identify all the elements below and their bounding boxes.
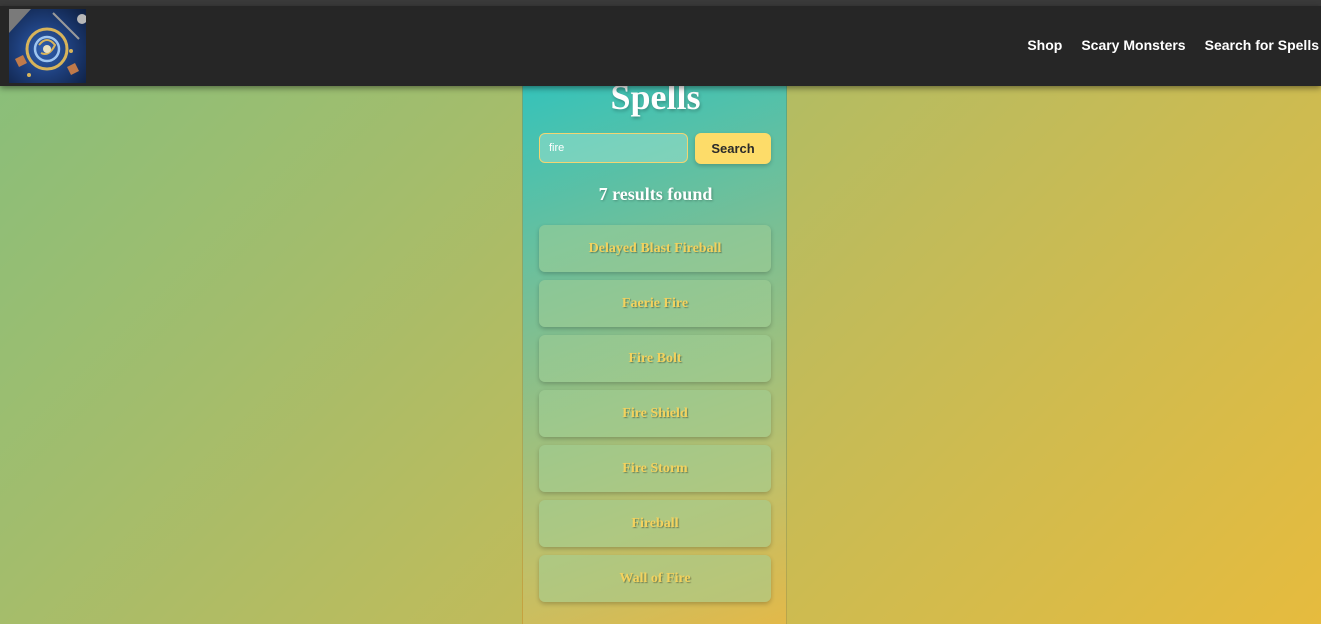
result-item[interactable]: Fire Storm	[539, 445, 771, 492]
result-label: Fire Shield	[622, 405, 688, 421]
dragon-dice-logo-icon[interactable]	[9, 9, 86, 83]
spells-panel: Spells Search 7 results found Delayed Bl…	[522, 60, 787, 624]
result-label: Fire Storm	[622, 460, 688, 476]
result-label: Fire Bolt	[628, 350, 682, 366]
nav-link-search-for-spells[interactable]: Search for Spells	[1205, 37, 1319, 53]
results-count: 7 results found	[598, 184, 713, 204]
result-item[interactable]: Fireball	[539, 500, 771, 547]
result-item[interactable]: Delayed Blast Fireball	[539, 225, 771, 272]
result-item[interactable]: Fire Shield	[539, 390, 771, 437]
nav-link-shop[interactable]: Shop	[1027, 37, 1062, 53]
result-item[interactable]: Wall of Fire	[539, 555, 771, 602]
result-item[interactable]: Faerie Fire	[539, 280, 771, 327]
search-button[interactable]: Search	[695, 133, 771, 164]
result-label: Fireball	[631, 515, 679, 531]
result-item[interactable]: Fire Bolt	[539, 335, 771, 382]
result-label: Delayed Blast Fireball	[588, 240, 722, 256]
result-label: Wall of Fire	[619, 570, 691, 586]
nav-link-scary-monsters[interactable]: Scary Monsters	[1081, 37, 1185, 53]
results-list: Delayed Blast Fireball Faerie Fire Fire …	[539, 225, 771, 610]
navbar: Shop Scary Monsters Search for Spells	[0, 6, 1321, 86]
result-label: Faerie Fire	[621, 295, 689, 311]
spell-search-input[interactable]	[539, 133, 688, 163]
main-nav: Shop Scary Monsters Search for Spells	[1027, 37, 1319, 53]
